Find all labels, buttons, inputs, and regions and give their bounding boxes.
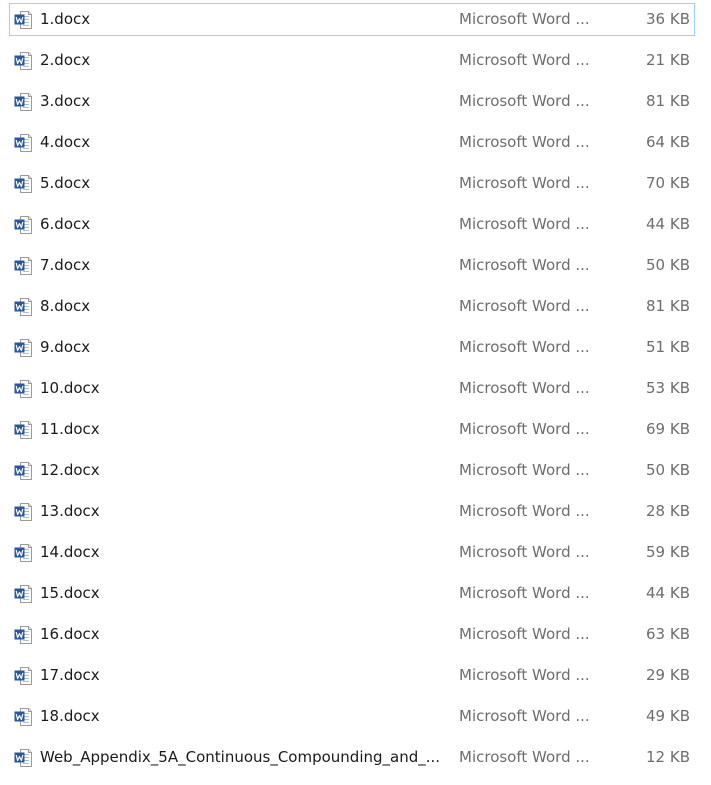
file-size: 28 KB: [646, 502, 690, 520]
file-size: 53 KB: [646, 379, 690, 397]
word-document-icon: [14, 338, 33, 358]
file-name: 17.docx: [40, 666, 100, 684]
file-name: 14.docx: [40, 543, 100, 561]
file-name: 9.docx: [40, 338, 91, 356]
file-type: Microsoft Word ...: [459, 420, 590, 438]
file-size: 59 KB: [646, 543, 690, 561]
file-type: Microsoft Word ...: [459, 51, 590, 69]
file-size: 51 KB: [646, 338, 690, 356]
file-size: 69 KB: [646, 420, 690, 438]
file-name: 10.docx: [40, 379, 100, 397]
file-type: Microsoft Word ...: [459, 461, 590, 479]
file-row[interactable]: 10.docx Microsoft Word ... 53 KB: [9, 372, 695, 405]
word-document-icon: [14, 666, 33, 686]
file-size: 12 KB: [646, 748, 690, 766]
file-type: Microsoft Word ...: [459, 297, 590, 315]
word-document-icon: [14, 379, 33, 399]
file-size: 36 KB: [646, 10, 690, 28]
word-document-icon: [14, 215, 33, 235]
file-type: Microsoft Word ...: [459, 133, 590, 151]
file-size: 63 KB: [646, 625, 690, 643]
word-document-icon: [14, 51, 33, 71]
file-type: Microsoft Word ...: [459, 625, 590, 643]
file-size: 29 KB: [646, 666, 690, 684]
file-type: Microsoft Word ...: [459, 215, 590, 233]
file-size: 44 KB: [646, 584, 690, 602]
file-type: Microsoft Word ...: [459, 256, 590, 274]
word-document-icon: [14, 297, 33, 317]
file-name: 2.docx: [40, 51, 91, 69]
file-type: Microsoft Word ...: [459, 92, 590, 110]
file-row[interactable]: 7.docx Microsoft Word ... 50 KB: [9, 249, 695, 282]
word-document-icon: [14, 256, 33, 276]
file-type: Microsoft Word ...: [459, 379, 590, 397]
file-row[interactable]: 5.docx Microsoft Word ... 70 KB: [9, 167, 695, 200]
file-type: Microsoft Word ...: [459, 502, 590, 520]
file-row[interactable]: 13.docx Microsoft Word ... 28 KB: [9, 495, 695, 528]
file-name: 16.docx: [40, 625, 100, 643]
file-name: 8.docx: [40, 297, 91, 315]
file-type: Microsoft Word ...: [459, 666, 590, 684]
file-size: 50 KB: [646, 461, 690, 479]
file-row[interactable]: 11.docx Microsoft Word ... 69 KB: [9, 413, 695, 446]
file-row[interactable]: 8.docx Microsoft Word ... 81 KB: [9, 290, 695, 323]
file-size: 44 KB: [646, 215, 690, 233]
file-type: Microsoft Word ...: [459, 10, 590, 28]
file-row[interactable]: 16.docx Microsoft Word ... 63 KB: [9, 618, 695, 651]
file-type: Microsoft Word ...: [459, 543, 590, 561]
file-row[interactable]: 4.docx Microsoft Word ... 64 KB: [9, 126, 695, 159]
word-document-icon: [14, 174, 33, 194]
file-name: 18.docx: [40, 707, 100, 725]
file-row[interactable]: 3.docx Microsoft Word ... 81 KB: [9, 85, 695, 118]
file-name: 12.docx: [40, 461, 100, 479]
file-name: 3.docx: [40, 92, 91, 110]
file-size: 81 KB: [646, 92, 690, 110]
file-row[interactable]: 1.docx Microsoft Word ... 36 KB: [9, 3, 695, 36]
file-size: 50 KB: [646, 256, 690, 274]
file-size: 64 KB: [646, 133, 690, 151]
file-name: 5.docx: [40, 174, 91, 192]
file-type: Microsoft Word ...: [459, 707, 590, 725]
file-row[interactable]: 17.docx Microsoft Word ... 29 KB: [9, 659, 695, 692]
word-document-icon: [14, 543, 33, 563]
file-type: Microsoft Word ...: [459, 584, 590, 602]
file-row[interactable]: 18.docx Microsoft Word ... 49 KB: [9, 700, 695, 733]
word-document-icon: [14, 92, 33, 112]
file-size: 70 KB: [646, 174, 690, 192]
file-row[interactable]: 2.docx Microsoft Word ... 21 KB: [9, 44, 695, 77]
file-name: 11.docx: [40, 420, 100, 438]
file-name: 6.docx: [40, 215, 91, 233]
file-row[interactable]: 9.docx Microsoft Word ... 51 KB: [9, 331, 695, 364]
file-type: Microsoft Word ...: [459, 338, 590, 356]
word-document-icon: [14, 420, 33, 440]
file-name: 15.docx: [40, 584, 100, 602]
file-type: Microsoft Word ...: [459, 748, 590, 766]
word-document-icon: [14, 461, 33, 481]
word-document-icon: [14, 748, 33, 768]
word-document-icon: [14, 133, 33, 153]
file-size: 21 KB: [646, 51, 690, 69]
file-row[interactable]: Web_Appendix_5A_Continuous_Compounding_a…: [9, 741, 695, 774]
file-size: 81 KB: [646, 297, 690, 315]
file-row[interactable]: 14.docx Microsoft Word ... 59 KB: [9, 536, 695, 569]
file-type: Microsoft Word ...: [459, 174, 590, 192]
file-name: Web_Appendix_5A_Continuous_Compounding_a…: [40, 748, 441, 766]
word-document-icon: [14, 625, 33, 645]
file-row[interactable]: 12.docx Microsoft Word ... 50 KB: [9, 454, 695, 487]
word-document-icon: [14, 502, 33, 522]
file-row[interactable]: 15.docx Microsoft Word ... 44 KB: [9, 577, 695, 610]
word-document-icon: [14, 707, 33, 727]
file-name: 7.docx: [40, 256, 91, 274]
file-size: 49 KB: [646, 707, 690, 725]
word-document-icon: [14, 10, 33, 30]
file-name: 13.docx: [40, 502, 100, 520]
file-name: 1.docx: [40, 10, 91, 28]
file-row[interactable]: 6.docx Microsoft Word ... 44 KB: [9, 208, 695, 241]
word-document-icon: [14, 584, 33, 604]
file-name: 4.docx: [40, 133, 91, 151]
